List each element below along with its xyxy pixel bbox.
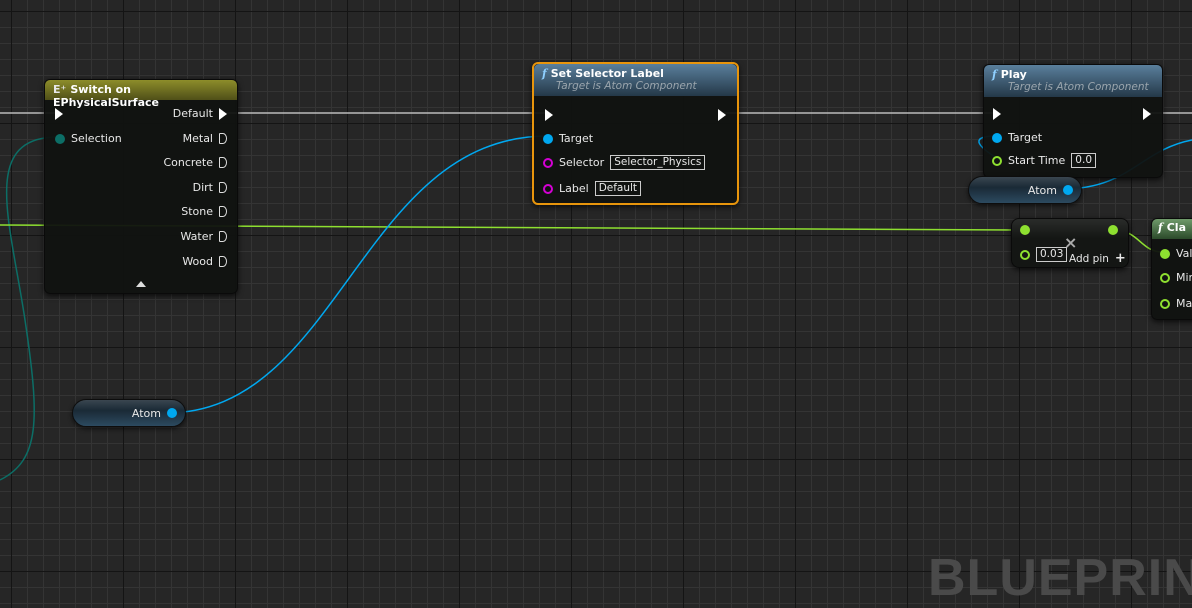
pin-label: Wood (182, 254, 213, 268)
output-pin-stone[interactable]: Stone (181, 205, 227, 218)
exec-in-pin[interactable] (993, 108, 1001, 120)
pin-label: Start Time (1008, 154, 1066, 167)
float-in-pin[interactable] (1020, 225, 1030, 235)
node-header: f Set Selector Label Target is Atom Compon… (534, 64, 737, 96)
node-title: Cla (1166, 221, 1187, 234)
node-header: f Cla (1152, 219, 1192, 239)
output-pin-water[interactable]: Water (180, 230, 227, 243)
play-node[interactable]: f Play Target is Atom Component Target Sta… (983, 64, 1163, 178)
exec-pin-icon (219, 181, 227, 193)
exec-out-pin[interactable] (718, 109, 726, 121)
object-pin[interactable] (167, 408, 177, 418)
add-node[interactable]: × 0.03 Add pin + (1011, 218, 1129, 268)
node-title: Play (1000, 68, 1027, 81)
target-pin[interactable]: Target (992, 131, 1042, 144)
set-selector-label-node[interactable]: f Set Selector Label Target is Atom Compon… (532, 62, 739, 205)
node-subtitle: Target is Atom Component (1008, 81, 1149, 93)
exec-pin-icon (219, 107, 227, 120)
exec-pin-icon (219, 132, 227, 144)
pin-label: Label (559, 182, 589, 195)
label-input[interactable]: Default (594, 181, 642, 196)
pin-label: Selector (559, 156, 605, 169)
clamp-node[interactable]: fCla Val Min Ma (1151, 218, 1192, 320)
target-pin[interactable]: Target (543, 132, 593, 145)
output-pin-dirt[interactable]: Dirt (193, 181, 227, 194)
label-pin[interactable]: Label Default (543, 181, 642, 196)
pin-label: Metal (182, 131, 213, 145)
pin-label: Default (172, 107, 213, 120)
pin-label: Val (1176, 247, 1192, 260)
plus-icon: + (1114, 251, 1126, 266)
variable-label: Atom (131, 406, 161, 420)
float-out-pin[interactable] (1108, 225, 1118, 235)
pin-label: Concrete (163, 156, 213, 170)
value-pin[interactable]: Val (1160, 247, 1192, 260)
exec-pin-icon (219, 206, 227, 218)
pin-label: Target (1008, 131, 1043, 144)
output-pin-metal[interactable]: Metal (183, 132, 227, 145)
exec-pin-icon (219, 157, 227, 169)
max-pin[interactable]: Ma (1160, 297, 1192, 310)
switch-node[interactable]: E⁺ Switch on EPhysicalSurface Selection D… (44, 79, 238, 294)
collapse-arrow-icon[interactable] (136, 281, 146, 287)
function-icon: f (992, 68, 997, 81)
exec-out-pin[interactable] (1143, 108, 1151, 120)
pin-label: Selection (71, 132, 122, 145)
min-pin[interactable]: Min (1160, 271, 1192, 284)
start-time-pin[interactable]: Start Time 0.0 (992, 153, 1096, 168)
switch-enum-icon: E⁺ (53, 83, 67, 96)
output-pin-concrete[interactable]: Concrete (163, 156, 227, 169)
node-title: Set Selector Label (550, 67, 664, 80)
output-pin-wood[interactable]: Wood (182, 255, 227, 268)
exec-pin-icon (219, 255, 227, 267)
pin-label: Min (1176, 271, 1192, 284)
atom-variable-node[interactable]: Atom (72, 399, 186, 427)
function-icon: f (1158, 221, 1163, 234)
pin-label: Dirt (192, 180, 213, 194)
blueprint-watermark: BLUEPRINT (928, 549, 1192, 607)
start-time-input[interactable]: 0.0 (1071, 153, 1096, 168)
object-pin[interactable] (1063, 185, 1073, 195)
pin-label: Target (559, 132, 594, 145)
pin-label: Ma (1176, 297, 1192, 310)
exec-pin-icon (219, 231, 227, 242)
function-icon: f (542, 67, 547, 80)
pin-label: Stone (181, 205, 213, 219)
add-pin-button[interactable]: Add pin + (1069, 251, 1126, 266)
node-header: f Play Target is Atom Component (984, 65, 1162, 97)
float-in-pin[interactable]: 0.03 (1020, 247, 1068, 262)
pin-label: Water (180, 230, 213, 243)
value-input[interactable]: 0.03 (1036, 247, 1068, 262)
selection-pin[interactable]: Selection (55, 132, 122, 145)
node-subtitle: Target is Atom Component (556, 80, 697, 92)
variable-label: Atom (1027, 183, 1057, 197)
selector-pin[interactable]: Selector Selector_Physics (543, 155, 706, 170)
add-pin-label: Add pin (1069, 252, 1109, 265)
node-title: Switch on EPhysicalSurface (53, 83, 159, 109)
selector-input[interactable]: Selector_Physics (610, 155, 706, 170)
atom-variable-node[interactable]: Atom (968, 176, 1082, 204)
switch-node-header: E⁺ Switch on EPhysicalSurface (45, 80, 237, 109)
exec-in-pin[interactable] (545, 109, 553, 121)
exec-in-pin[interactable] (55, 108, 63, 120)
output-pin-default[interactable]: Default (173, 107, 227, 120)
